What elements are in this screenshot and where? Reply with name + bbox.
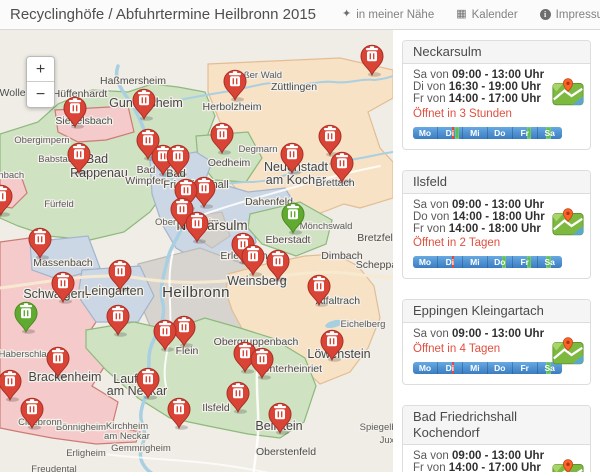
map-place-label: Oberstenfeld	[256, 446, 316, 458]
card-title: Eppingen Kleingartach	[403, 300, 590, 324]
nav-kalender[interactable]: ▦ Kalender	[456, 9, 517, 21]
map-place-label: Obergruppenbach	[214, 336, 299, 348]
map-place-label: Heilbronn	[162, 284, 230, 301]
map-place-label: Eichelberg	[341, 319, 386, 330]
weekday-label: Do	[488, 256, 513, 269]
map-place-label: Jux	[380, 435, 393, 446]
map-place-label: Oedheim	[208, 157, 251, 169]
map-place-label: Grombach	[0, 170, 24, 181]
map-place-label: Siegelsbach	[55, 115, 112, 127]
zoom-in-button[interactable]: +	[27, 57, 54, 82]
map-place-label: Degmarn	[238, 144, 277, 155]
map-place-label: Scheppach	[356, 259, 393, 271]
recycling-center-card: Ilsfeld Sa von 09:00 - 13:00 Uhr Do von 1…	[402, 169, 591, 280]
map-place-label: Freudental	[31, 464, 76, 472]
map-place-label: Obergimpern	[14, 135, 69, 146]
card-body: Sa von 09:00 - 13:00 Uhr Fr von 14:00 - 1…	[403, 445, 590, 472]
weekday-label: Sa	[544, 257, 555, 268]
map-place-label: Eberstadt	[266, 234, 311, 246]
map-place-label: am Neckar	[107, 384, 167, 398]
zoom-out-button[interactable]: −	[27, 82, 54, 107]
map-place-label: Spiegelberg	[360, 422, 393, 433]
card-title: Bad Friedrichshall Kochendorf	[403, 406, 590, 446]
week-timeline-bar: Mo Di Mi Do Fr Sa	[413, 126, 562, 139]
weekday-label: Sa	[544, 363, 555, 374]
weekday-label: Mo	[413, 126, 438, 139]
nav-impressum[interactable]: i Impressum	[539, 8, 600, 21]
weekday-label: Fr	[513, 126, 538, 139]
map-place-label: Erligheim	[66, 448, 106, 459]
card-title: Neckarsulm	[403, 41, 590, 64]
weekday-label: Mo	[413, 362, 438, 375]
weekday-label: Mo	[413, 256, 438, 269]
weekday-label: Di	[438, 256, 463, 269]
weekday-label: Sa	[544, 127, 555, 138]
results-sidebar: Neckarsulm Sa von 09:00 - 13:00 Uhr Di vo…	[393, 30, 600, 472]
show-on-map-icon[interactable]	[552, 336, 584, 365]
card-body: Sa von 09:00 - 13:00 Uhr Do von 14:00 - 1…	[403, 194, 590, 279]
show-on-map-icon[interactable]	[552, 77, 584, 106]
card-body: Sa von 09:00 - 13:00 Uhr Öffnet in 4 Tag…	[403, 323, 590, 384]
app-title[interactable]: Recyclinghöfe / Abfuhrtermine Heilbronn …	[10, 6, 316, 23]
map-place-label: Züttlingen	[271, 81, 317, 93]
map-place-label: Herbolzheim	[203, 101, 262, 113]
map-place-label: Gemmrigheim	[111, 443, 171, 454]
map-place-label: Bönnigheim	[56, 422, 106, 433]
location-crosshair-icon: ✦	[342, 8, 352, 20]
week-timeline-bar: Mo Di Mi Do Fr Sa	[413, 362, 562, 375]
weekday-label: Do	[488, 126, 513, 139]
map-place-label: Fürfeld	[44, 199, 74, 210]
nav-label: in meiner Nähe	[356, 8, 435, 21]
card-body: Sa von 09:00 - 13:00 Uhr Di von 16:30 - 1…	[403, 64, 590, 149]
recycling-center-card: Neckarsulm Sa von 09:00 - 13:00 Uhr Di vo…	[402, 40, 591, 150]
recycling-center-card: Bad Friedrichshall Kochendorf Sa von 09:…	[402, 405, 591, 472]
weekday-label: Di	[438, 362, 463, 375]
map-place-label: Ilsfeld	[202, 402, 230, 414]
top-navbar: Recyclinghöfe / Abfuhrtermine Heilbronn …	[0, 0, 600, 30]
weekday-label: Fr	[513, 362, 538, 375]
nav-in-meiner-naehe[interactable]: ✦ in meiner Nähe	[342, 9, 434, 21]
recycling-center-card: Eppingen Kleingartach Sa von 09:00 - 13:…	[402, 299, 591, 386]
weekday-label: Mi	[463, 256, 488, 269]
info-icon: i	[539, 9, 551, 20]
card-title: Ilsfeld	[403, 170, 590, 194]
map-zoom-control: + −	[26, 56, 55, 108]
map-place-label: am Neckar	[104, 431, 150, 442]
opening-status: Öffnet in 3 Stunden	[413, 107, 512, 120]
weekday-label: Mi	[463, 126, 488, 139]
week-timeline-bar: Mo Di Mi Do Fr Sa	[413, 256, 562, 269]
map[interactable]: Großer WaldHaßmersheimWollenbergHüffenha…	[0, 30, 393, 472]
map-canvas: Großer WaldHaßmersheimWollenbergHüffenha…	[0, 30, 393, 472]
show-on-map-icon[interactable]	[552, 207, 584, 236]
opening-status: Öffnet in 2 Tagen	[413, 237, 501, 250]
map-place-label: Wimpfen	[125, 175, 167, 187]
weekday-label: Di	[438, 126, 463, 139]
weekday-label: Fr	[513, 256, 538, 269]
weekday-label: Do	[488, 362, 513, 375]
calendar-icon: ▦	[456, 8, 467, 20]
map-place-label: Haßmersheim	[100, 75, 166, 87]
map-place-label: Mönchswald	[300, 221, 353, 232]
map-place-label: Leingarten	[84, 284, 143, 298]
nav-label: Impressum	[555, 8, 600, 21]
card-list: Neckarsulm Sa von 09:00 - 13:00 Uhr Di vo…	[402, 40, 591, 472]
weekday-label: Mi	[463, 362, 488, 375]
nav-label: Kalender	[471, 8, 518, 21]
show-on-map-icon[interactable]	[552, 458, 584, 472]
map-place-label: Bretzfeld	[357, 232, 393, 244]
